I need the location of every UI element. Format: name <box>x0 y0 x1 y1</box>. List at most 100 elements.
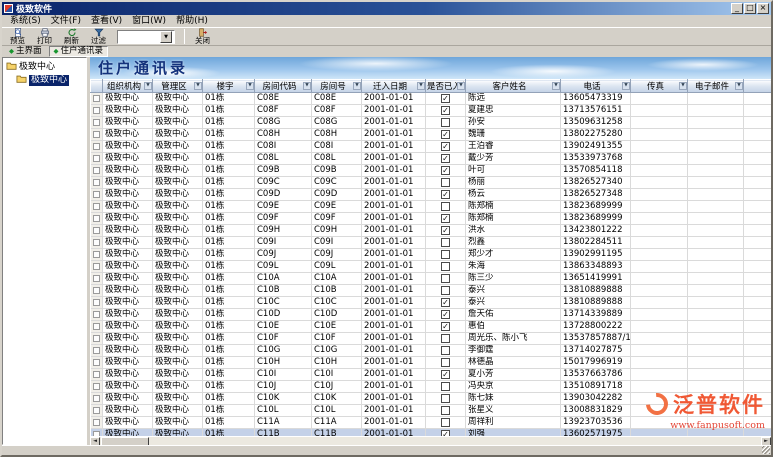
scrollbar-thumb[interactable] <box>101 437 149 445</box>
grid-row[interactable]: 极致中心极致中心01栋C10FC10F2001-01-01周光乐、陈小飞1353… <box>91 333 772 345</box>
grid-row[interactable]: 极致中心极致中心01栋C09BC09B2001-01-01✓叶可13570854… <box>91 165 772 177</box>
occupied-checkbox[interactable] <box>441 358 450 367</box>
minimize-icon[interactable]: _ <box>731 3 743 14</box>
column-header-room_no[interactable]: 房间号▼ <box>312 80 362 93</box>
grid-row[interactable]: 极致中心极致中心01栋C09IC09I2001-01-01烈鑫138022845… <box>91 237 772 249</box>
grid-row[interactable]: 极致中心极致中心01栋C08LC08L2001-01-01✓戴少芳1353397… <box>91 153 772 165</box>
header-filter-icon[interactable]: ▼ <box>303 82 311 90</box>
scroll-left-icon[interactable]: ◄ <box>90 437 100 445</box>
occupied-checkbox[interactable]: ✓ <box>441 190 450 199</box>
column-header-area[interactable]: 管理区▼ <box>153 80 203 93</box>
grid-row[interactable]: 极致中心极致中心01栋C10BC10B2001-01-01泰兴138108898… <box>91 285 772 297</box>
occupied-checkbox[interactable] <box>441 286 450 295</box>
grid-row[interactable]: 极致中心极致中心01栋C09CC09C2001-01-01杨丽138265273… <box>91 177 772 189</box>
menu-item-window[interactable]: 窗口(W) <box>127 15 171 27</box>
occupied-checkbox[interactable]: ✓ <box>441 370 450 379</box>
tab-resident-directory[interactable]: ◆住户通讯录 <box>49 46 109 57</box>
occupied-checkbox[interactable]: ✓ <box>441 130 450 139</box>
grid-row[interactable]: 极致中心极致中心01栋C08EC08E2001-01-01✓陈远13605473… <box>91 93 772 105</box>
header-filter-icon[interactable]: ▼ <box>735 82 743 90</box>
grid-row[interactable]: 极致中心极致中心01栋C08HC08H2001-01-01✓魏珊13802275… <box>91 129 772 141</box>
grid-row[interactable]: 极致中心极致中心01栋C10HC10H2001-01-01林德晶15017996… <box>91 357 772 369</box>
grid-row[interactable]: 极致中心极致中心01栋C10AC10A2001-01-01陈三少13651419… <box>91 273 772 285</box>
column-header-move_in_date[interactable]: 迁入日期▼ <box>362 80 426 93</box>
column-header-email[interactable]: 电子邮件▼ <box>688 80 744 93</box>
occupied-checkbox[interactable] <box>441 274 450 283</box>
occupied-checkbox[interactable]: ✓ <box>441 310 450 319</box>
menu-item-help[interactable]: 帮助(H) <box>171 15 213 27</box>
grid-row[interactable]: 极致中心极致中心01栋C09FC09F2001-01-01✓陈郑楠1382368… <box>91 213 772 225</box>
menu-item-system[interactable]: 系统(S) <box>5 15 46 27</box>
occupied-checkbox[interactable]: ✓ <box>441 106 450 115</box>
occupied-checkbox[interactable] <box>441 118 450 127</box>
grid-row[interactable]: 极致中心极致中心01栋C09JC09J2001-01-01郑少才13902991… <box>91 249 772 261</box>
column-header-org[interactable]: 组织机构▼ <box>103 80 153 93</box>
occupied-checkbox[interactable] <box>441 238 450 247</box>
occupied-checkbox[interactable]: ✓ <box>441 226 450 235</box>
chevron-down-icon[interactable]: ▼ <box>160 31 172 43</box>
occupied-checkbox[interactable] <box>441 346 450 355</box>
grid-row[interactable]: 极致中心极致中心01栋C10DC10D2001-01-01✓詹天佑1371433… <box>91 309 772 321</box>
tree-item-0[interactable]: 极致中心 <box>3 61 86 74</box>
header-filter-icon[interactable]: ▼ <box>417 82 425 90</box>
occupied-checkbox[interactable] <box>441 178 450 187</box>
maximize-icon[interactable]: □ <box>744 3 756 14</box>
menu-item-file[interactable]: 文件(F) <box>46 15 86 27</box>
header-filter-icon[interactable]: ▼ <box>144 82 152 90</box>
grid-row[interactable]: 极致中心极致中心01栋C09EC09E2001-01-01陈郑楠13823689… <box>91 201 772 213</box>
grid-row[interactable]: 极致中心极致中心01栋C08FC08F2001-01-01✓夏建忠1371357… <box>91 105 772 117</box>
combobox-input[interactable] <box>118 31 160 43</box>
column-header-sel[interactable] <box>91 80 103 93</box>
header-filter-icon[interactable]: ▼ <box>552 82 560 90</box>
occupied-checkbox[interactable]: ✓ <box>441 154 450 163</box>
header-filter-icon[interactable]: ▼ <box>679 82 687 90</box>
grid-row[interactable]: 极致中心极致中心01栋C08GC08G2001-01-01孙安135096312… <box>91 117 772 129</box>
header-filter-icon[interactable]: ▼ <box>622 82 630 90</box>
tree-item-1[interactable]: 极致中心 <box>3 74 86 87</box>
scrollbar-track[interactable] <box>149 437 761 445</box>
grid-row[interactable]: 极致中心极致中心01栋C10EC10E2001-01-01✓惠伯13728800… <box>91 321 772 333</box>
occupied-checkbox[interactable] <box>441 334 450 343</box>
column-header-filler[interactable] <box>744 80 772 93</box>
occupied-checkbox[interactable] <box>441 394 450 403</box>
grid-row[interactable]: 极致中心极致中心01栋C09LC09L2001-01-01朱海138633488… <box>91 261 772 273</box>
occupied-checkbox[interactable] <box>441 418 450 427</box>
occupied-checkbox[interactable]: ✓ <box>441 166 450 175</box>
refresh-button[interactable]: 刷新 <box>58 28 85 46</box>
occupied-checkbox[interactable] <box>441 382 450 391</box>
column-header-phone[interactable]: 电话▼ <box>561 80 631 93</box>
grid-row[interactable]: 极致中心极致中心01栋C10IC10I2001-01-01✓夏小芳1353766… <box>91 369 772 381</box>
occupied-checkbox[interactable] <box>441 202 450 211</box>
print-button[interactable]: 打印 <box>31 28 58 46</box>
column-header-fax[interactable]: 传真▼ <box>631 80 688 93</box>
menu-item-view[interactable]: 查看(V) <box>86 15 127 27</box>
header-filter-icon[interactable]: ▼ <box>194 82 202 90</box>
column-header-room_code[interactable]: 房间代码▼ <box>255 80 312 93</box>
occupied-checkbox[interactable]: ✓ <box>441 94 450 103</box>
column-header-occupied[interactable]: 是否已入住▼ <box>426 80 466 93</box>
occupied-checkbox[interactable]: ✓ <box>441 298 450 307</box>
filter-button[interactable]: 过滤 <box>85 28 112 46</box>
occupied-checkbox[interactable]: ✓ <box>441 322 450 331</box>
occupied-checkbox[interactable]: ✓ <box>441 214 450 223</box>
grid-row[interactable]: 极致中心极致中心01栋C08IC08I2001-01-01✓王泊睿1390249… <box>91 141 772 153</box>
occupied-checkbox[interactable] <box>441 262 450 271</box>
close-button[interactable]: 关闭 <box>189 28 216 46</box>
column-header-building[interactable]: 楼宇▼ <box>203 80 255 93</box>
occupied-checkbox[interactable] <box>441 406 450 415</box>
header-filter-icon[interactable]: ▼ <box>457 82 465 90</box>
header-filter-icon[interactable]: ▼ <box>246 82 254 90</box>
header-filter-icon[interactable]: ▼ <box>353 82 361 90</box>
column-header-name[interactable]: 客户姓名▼ <box>466 80 561 93</box>
resize-grip[interactable] <box>762 446 770 454</box>
grid-row[interactable]: 极致中心极致中心01栋C09DC09D2001-01-01✓杨云13826527… <box>91 189 772 201</box>
scroll-right-icon[interactable]: ► <box>761 437 771 445</box>
toolbar-combobox[interactable]: ▼ <box>117 30 175 44</box>
grid-row[interactable]: 极致中心极致中心01栋C10GC10G2001-01-01李御霆13714027… <box>91 345 772 357</box>
occupied-checkbox[interactable]: ✓ <box>441 142 450 151</box>
occupied-checkbox[interactable] <box>441 250 450 259</box>
grid-row[interactable]: 极致中心极致中心01栋C10CC10C2001-01-01✓泰兴13810889… <box>91 297 772 309</box>
tab-main-view[interactable]: ◆主界面 <box>5 46 46 57</box>
preview-button[interactable]: 预览 <box>4 28 31 46</box>
horizontal-scrollbar[interactable]: ◄ ► <box>90 436 771 445</box>
